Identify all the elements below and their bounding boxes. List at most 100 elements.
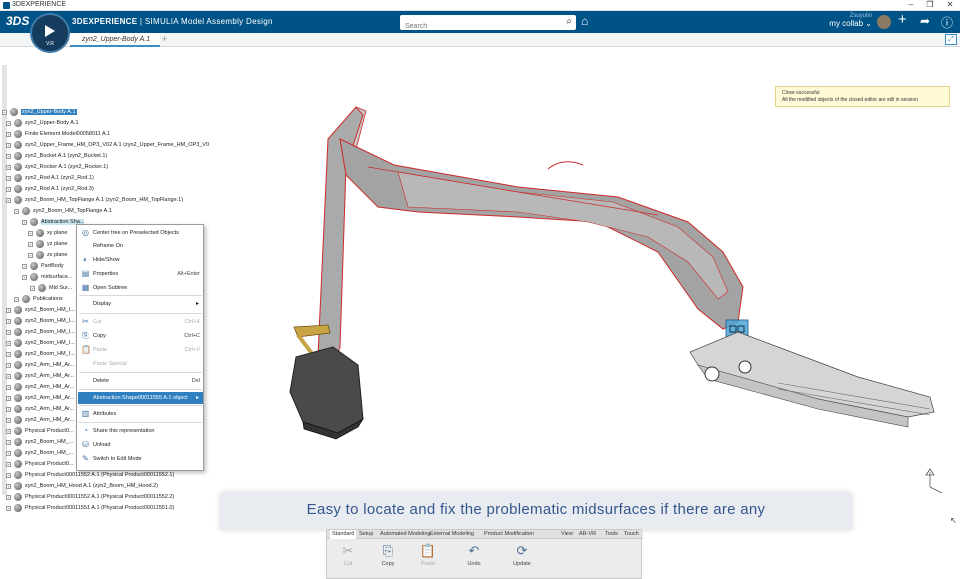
context-menu-item[interactable]: ◎ Center tree on Preselected Objects — [78, 227, 203, 239]
close-button[interactable]: ✕ — [940, 0, 960, 11]
tree-expander-icon[interactable]: + — [6, 374, 11, 379]
tree-expander-icon[interactable]: + — [6, 176, 11, 181]
tree-node-label[interactable]: Finite Element Model00058011 A.1 — [25, 131, 110, 137]
user-area[interactable]: Zsuyulin my collab ⌄ — [812, 13, 872, 28]
search-input[interactable] — [400, 19, 550, 34]
fullscreen-icon[interactable]: ⤢ — [945, 34, 957, 45]
tab-document[interactable]: zyn2_Upper-Body A.1 — [70, 33, 160, 47]
tree-node-label[interactable]: Physical Product0... — [25, 461, 74, 467]
tree-expander-icon[interactable]: + — [6, 187, 11, 192]
tree-expander-icon[interactable]: + — [6, 319, 11, 324]
tree-node-label[interactable]: zyn2_Rod A.1 (zyn2_Rod.3) — [25, 186, 94, 192]
tree-expander-icon[interactable]: + — [6, 132, 11, 137]
tree-expander-icon[interactable]: + — [6, 440, 11, 445]
tree-node-label[interactable]: zyn2_Arm_HM_Ar... — [25, 384, 74, 390]
tree-expander-icon[interactable]: + — [6, 495, 11, 500]
copy-button[interactable]: ⎘ Copy — [373, 543, 403, 573]
tree-node-label[interactable]: Physical Product00011551 A.1 (Physical P… — [25, 505, 174, 511]
minimize-button[interactable]: – — [901, 0, 921, 11]
tree-expander-icon[interactable]: + — [14, 297, 19, 302]
tree-expander-icon[interactable]: + — [6, 308, 11, 313]
undo-button[interactable]: ↶ Undo — [459, 543, 489, 573]
context-menu-item[interactable]: ◐ Hide/Show — [78, 254, 203, 266]
tree-expander-icon[interactable]: + — [6, 418, 11, 423]
tree-node-label[interactable]: zyn2_Boom_HM_... — [25, 450, 73, 456]
tree-expander-icon[interactable]: + — [6, 396, 11, 401]
tree-expander-icon[interactable]: + — [6, 462, 11, 467]
action-bar-tab[interactable]: Touch — [624, 531, 639, 537]
tree-node-label[interactable]: zyn2_Boom_HM_Hood A.1 (zyn2_Boom_HM_Hood… — [25, 483, 158, 489]
add-icon[interactable]: + — [898, 11, 907, 28]
tree-expander-icon[interactable]: + — [14, 209, 19, 214]
tree-node-label[interactable]: zyn2_Boom_HM_I... — [25, 318, 75, 324]
tree-node-label[interactable]: zyn2_Upper_Frame_HM_OP3_V02 A.1 (zyn2_Up… — [25, 142, 209, 148]
tree-node-label[interactable]: Physical Product0... — [25, 428, 74, 434]
action-bar-tab[interactable]: AR-VR — [579, 531, 596, 537]
update-button[interactable]: ⟳ Update — [507, 543, 537, 573]
tree-expander-icon[interactable]: + — [22, 264, 27, 269]
tree-node-label[interactable]: zyn2_Arm_HM_Ar... — [25, 395, 74, 401]
tree-expander-icon[interactable]: + — [6, 143, 11, 148]
context-menu-item[interactable]: ▥ Attributes — [78, 408, 203, 420]
tree-expander-icon[interactable]: + — [6, 330, 11, 335]
action-bar-tab[interactable]: Setup — [359, 531, 373, 537]
frame-pivot-hole-2[interactable] — [738, 360, 752, 374]
context-menu-item[interactable]: ▤ Properties Alt+Enter — [78, 268, 203, 280]
add-tab-button[interactable]: + — [162, 34, 167, 44]
tree-expander-icon[interactable]: + — [6, 506, 11, 511]
tree-node-label[interactable]: zyn2_Rocker A.1 (zyn2_Rocker.1) — [25, 164, 108, 170]
tree-node-label[interactable]: zyn2_Boom_HM_I... — [25, 351, 75, 357]
action-bar-tab[interactable]: Tools — [605, 531, 618, 537]
tree-node-label[interactable]: zyn2_Upper-Body A.1 — [21, 109, 77, 115]
action-bar-tab[interactable]: Automated Modeling — [380, 531, 430, 537]
tree-expander-icon[interactable]: + — [6, 385, 11, 390]
tree-node-label[interactable]: zyn2_Boom_HM_I... — [25, 307, 75, 313]
maximize-button[interactable]: ❐ — [920, 0, 940, 11]
context-menu-item[interactable]: ⛁ Unload — [78, 439, 203, 451]
tree-node-label[interactable]: zyn2_Boom_HM_I... — [25, 340, 75, 346]
tree-expander-icon[interactable]: + — [6, 429, 11, 434]
tree-node-label[interactable]: xy plane — [47, 230, 68, 236]
tree-expander-icon[interactable]: + — [6, 198, 11, 203]
context-menu-item[interactable]: Abstraction Shape00011555 A.1 object ▸ — [78, 392, 203, 404]
context-menu-item[interactable]: Display ▸ — [78, 298, 203, 310]
excavator-model[interactable] — [218, 47, 960, 527]
3d-viewport[interactable] — [218, 47, 960, 527]
tree-node-label[interactable]: zyn2_Arm_HM_Ar... — [25, 362, 74, 368]
axis-triad[interactable] — [925, 468, 943, 494]
context-menu-item[interactable]: ◔ Share this representation — [78, 425, 203, 437]
tree-expander-icon[interactable]: + — [22, 275, 27, 280]
tree-node-label[interactable]: zyn2_Boom_HM_TopFlange A.1 (zyn2_Boom_HM… — [25, 197, 183, 203]
tree-node-label[interactable]: zyn2_Boom_HM_... — [25, 439, 73, 445]
compass[interactable]: V.R — [30, 13, 70, 53]
tree-expander-icon[interactable]: + — [28, 242, 33, 247]
ds-logo[interactable]: 3DS — [6, 14, 29, 28]
tree-expander-icon[interactable]: + — [6, 451, 11, 456]
bucket-part[interactable] — [289, 346, 364, 434]
tree-expander-icon[interactable]: + — [6, 473, 11, 478]
tree-expander-icon[interactable]: + — [30, 286, 35, 291]
search-box[interactable]: ⌕ — [400, 15, 576, 34]
context-menu-item[interactable]: ▦ Open Subtree — [78, 282, 203, 294]
tree-node-label[interactable]: zyn2_Bucket A.1 (zyn2_Bucket.1) — [25, 153, 107, 159]
context-menu-item[interactable]: Delete Del — [78, 375, 203, 387]
tree-expander-icon[interactable]: + — [22, 220, 27, 225]
tree-node-label[interactable]: zyn2_Boom_HM_I... — [25, 329, 75, 335]
tree-node-label[interactable]: midsurface... — [41, 274, 72, 280]
tree-node-label[interactable]: zyn2_Upper-Body A.1 — [25, 120, 79, 126]
boom-hood[interactable] — [547, 161, 584, 170]
share-icon[interactable]: ➦ — [920, 14, 930, 28]
tree-expander-icon[interactable]: + — [6, 484, 11, 489]
action-bar-tab[interactable]: View — [561, 531, 573, 537]
tree-expander-icon[interactable]: + — [6, 154, 11, 159]
tree-node-label[interactable]: zx plane — [47, 252, 68, 258]
search-icon[interactable]: ⌕ — [566, 16, 572, 27]
tree-expander-icon[interactable]: + — [6, 352, 11, 357]
tree-node-label[interactable]: Physical Product00011552 A.1 (Physical P… — [25, 494, 174, 500]
tree-node-label[interactable]: zyn2_Arm_HM_Ar... — [25, 406, 74, 412]
tree-node-label[interactable]: yz plane — [47, 241, 68, 247]
tree-node-label[interactable]: zyn2_Rod A.1 (zyn2_Rod.1) — [25, 175, 94, 181]
tree-expander-icon[interactable]: + — [28, 253, 33, 258]
action-bar-tab[interactable]: Product Modification — [484, 531, 534, 537]
action-bar-tab[interactable]: External Modeling — [430, 531, 474, 537]
